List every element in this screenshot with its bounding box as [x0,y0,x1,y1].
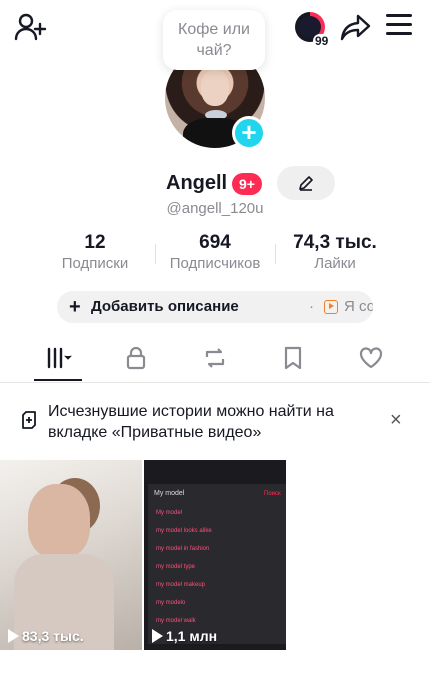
thumbnail-suggestion: my model walk [156,618,196,624]
add-description-label: Добавить описание [91,298,239,315]
share-icon[interactable] [340,12,372,42]
following-count: 12 [84,232,106,253]
thumbnail-face [28,484,90,558]
stat-divider [155,244,156,264]
private-videos-notice: Исчезнувшие истории можно найти на вклад… [0,399,430,449]
status-bubble-line-1: Кофе или [178,21,250,38]
video-thumbnail[interactable]: My model Поиск My model my model looks a… [144,460,286,650]
active-tab-indicator [34,379,82,381]
likes-label: Лайки [314,255,356,272]
tab-videos-grid[interactable] [34,343,84,373]
menu-line [386,14,412,17]
notification-count: 99 [313,34,331,48]
profile-stats: 12 Подписки 694 Подписчиков 74,3 тыс. Ла… [0,232,430,276]
view-count-value: 1,1 млн [166,628,218,644]
thumbnail-suggestion: my model type [156,564,196,570]
pencil-icon [299,176,313,191]
view-count: 1,1 млн [152,628,217,644]
thumbnail-suggestion: My model [156,510,183,516]
play-icon [152,629,163,643]
status-bubble[interactable]: Кофе или чай? [163,10,265,70]
status-bubble-line-2: чай? [196,42,232,59]
stat-divider [275,244,276,264]
play-icon [8,629,19,643]
profile-badge[interactable]: 9+ [232,173,262,195]
plus-icon: + [69,296,81,318]
separator-dot: · [309,298,314,315]
add-friend-icon[interactable] [14,12,48,42]
close-icon[interactable]: × [390,409,402,432]
followers-stat[interactable]: 694 Подписчиков [160,232,270,274]
thumbnail-search-cancel: Поиск [264,491,281,497]
profile-tabs [0,337,430,383]
thumbnail-search-screen: My model Поиск My model my model looks a… [148,484,286,644]
likes-count: 74,3 тыс. [293,232,377,253]
thumbnail-search-query: My model [154,490,185,497]
tab-liked[interactable] [346,343,396,373]
following-stat[interactable]: 12 Подписки [40,232,150,274]
repost-icon [205,348,225,368]
add-description-button[interactable]: + Добавить описание · Я созда... [57,291,373,323]
video-thumbnail[interactable]: 83,3 тыс. [0,460,142,650]
avatar-face [201,70,229,106]
menu-line [386,23,412,26]
edit-profile-button[interactable] [277,166,335,200]
add-box-icon [22,411,36,429]
creator-label: Я созда... [344,298,373,315]
thumbnail-suggestion: my model in fashion [156,546,210,552]
lock-icon [126,346,146,370]
profile-name: Angell [166,172,228,194]
hamburger-menu-icon[interactable] [386,14,412,38]
add-story-plus-icon[interactable]: + [232,116,266,150]
thumbnail-suggestion: my model makeup [156,582,206,588]
bookmark-icon [284,346,302,370]
view-count: 83,3 тыс. [8,628,84,644]
profile-handle: @angell_120u [166,200,264,217]
tab-reposts[interactable] [190,343,240,373]
following-label: Подписки [61,255,129,272]
menu-line [386,32,412,35]
followers-label: Подписчиков [169,255,261,272]
likes-stat[interactable]: 74,3 тыс. Лайки [280,232,390,274]
thumbnail-suggestion: my modelo [156,600,186,606]
stories-ring-button[interactable]: 99 [295,12,331,48]
thumbnail-suggestion: my model looks alike [156,528,212,534]
followers-count: 694 [199,232,231,253]
notice-text: Исчезнувшие истории можно найти на вклад… [48,403,334,441]
heart-icon [359,347,383,369]
top-bar: Кофе или чай? 99 [0,0,430,70]
tab-private[interactable] [111,343,161,373]
grid-icon [47,347,72,369]
profile-name-row: Angell 9+ [0,166,430,202]
tab-saved[interactable] [268,343,318,373]
creator-play-icon [324,300,338,314]
view-count-value: 83,3 тыс. [22,628,84,644]
